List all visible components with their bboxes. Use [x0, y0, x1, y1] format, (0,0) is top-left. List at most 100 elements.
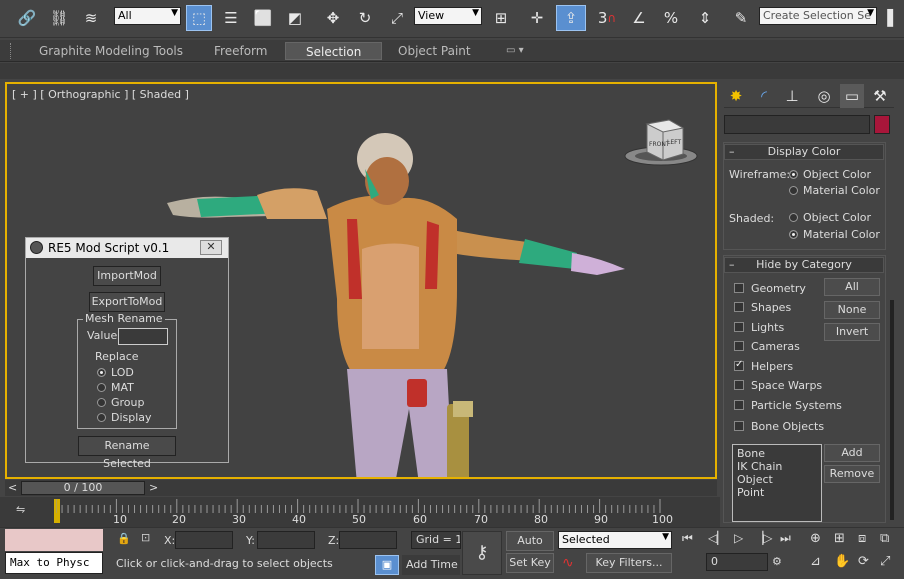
add-time-tag[interactable]: Add Time T	[402, 555, 460, 575]
snap-toggle-icon[interactable]: 3 ∩	[594, 5, 620, 31]
invert-button[interactable]: Invert	[824, 323, 880, 341]
lock-icon[interactable]: 🔒	[117, 532, 131, 545]
next-frame-icon[interactable]: >	[149, 481, 158, 494]
selection-lock-icon[interactable]: ▣	[375, 555, 399, 575]
previous-key-icon[interactable]: ◁▏	[708, 531, 726, 545]
select-by-name-icon[interactable]: ☰	[218, 5, 244, 31]
set-key-button[interactable]: Set Key	[506, 553, 554, 573]
list-item[interactable]: IK Chain Object	[737, 460, 817, 486]
modify-tab-icon[interactable]: ◜	[752, 84, 776, 108]
zoom-extents-icon[interactable]: ⧈	[858, 531, 866, 546]
move-icon[interactable]: ✥	[320, 5, 346, 31]
rectangular-selection-icon[interactable]: ⬜	[250, 5, 276, 31]
motion-tab-icon[interactable]: ◎	[812, 84, 836, 108]
wireframe-object-color-radio[interactable]: Object Color	[789, 168, 871, 181]
close-icon[interactable]: ✕	[200, 240, 222, 255]
pivot-center-icon[interactable]: ⊞	[488, 5, 514, 31]
go-to-start-icon[interactable]: ⏮	[682, 531, 693, 546]
tab-object-paint[interactable]: Object Paint	[398, 42, 471, 60]
spinner-snap-icon[interactable]: ⇕	[692, 5, 718, 31]
export-to-mod-button[interactable]: ExportToMod	[89, 292, 165, 312]
option-mat[interactable]: MAT	[97, 381, 134, 394]
unlink-icon[interactable]: ⛓	[46, 5, 72, 31]
category-list[interactable]: Bone IK Chain Object Point	[732, 444, 822, 522]
import-mod-button[interactable]: ImportMod	[93, 266, 161, 286]
mirror-icon[interactable]: ▌	[880, 5, 904, 31]
option-lod[interactable]: LOD	[97, 366, 134, 379]
wireframe-material-color-radio[interactable]: Material Color	[789, 184, 880, 197]
current-frame-field[interactable]: 0	[706, 553, 768, 571]
play-icon[interactable]: ▷	[734, 531, 743, 545]
add-button[interactable]: Add	[824, 444, 880, 462]
character-model[interactable]	[157, 129, 637, 479]
absolute-mode-icon[interactable]: ⊡	[141, 531, 150, 544]
next-key-icon[interactable]: ▕▷	[754, 531, 772, 545]
keyboard-shortcut-override-button[interactable]: ⇪	[556, 5, 586, 31]
pan-view-icon[interactable]: ✋	[834, 554, 850, 569]
key-mode-combo[interactable]: Selected ▼	[558, 531, 672, 549]
percent-snap-icon[interactable]: %	[658, 5, 684, 31]
checkbox-shapes[interactable]: Shapes	[734, 301, 791, 314]
edit-named-selections-icon[interactable]: ✎	[728, 5, 754, 31]
x-coordinate-field[interactable]	[175, 531, 233, 549]
reference-coordinate-combo[interactable]: View ▼	[414, 7, 482, 25]
maximize-viewport-icon[interactable]: ⤢	[880, 554, 890, 569]
link-icon[interactable]: 🔗	[14, 5, 40, 31]
selection-filter-combo[interactable]: All ▼	[114, 7, 181, 25]
all-button[interactable]: All	[824, 278, 880, 296]
option-group[interactable]: Group	[97, 396, 145, 409]
zoom-icon[interactable]: ⊕	[810, 531, 821, 546]
scrollbar[interactable]	[890, 300, 894, 520]
utilities-tab-icon[interactable]: ⚒	[868, 84, 892, 108]
z-coordinate-field[interactable]	[339, 531, 397, 549]
none-button[interactable]: None	[824, 301, 880, 319]
list-item[interactable]: Bone	[737, 447, 817, 460]
zoom-extents-all-icon[interactable]: ⧉	[880, 531, 889, 546]
previous-frame-icon[interactable]: <	[8, 481, 17, 494]
tab-graphite-modeling-tools[interactable]: Graphite Modeling Tools	[39, 42, 183, 60]
select-manipulate-icon[interactable]: ✛	[524, 5, 550, 31]
track-bar[interactable]: ⇋ 10 20 30 40 50 60 70 80 90 100	[0, 497, 720, 527]
go-to-end-icon[interactable]: ⏭	[780, 531, 791, 546]
select-object-button[interactable]: ⬚	[186, 5, 212, 31]
time-slider-thumb[interactable]: 0 / 100	[21, 481, 145, 495]
rename-selected-button[interactable]: Rename Selected	[78, 436, 176, 470]
shaded-object-color-radio[interactable]: Object Color	[789, 211, 871, 224]
ribbon-options-icon[interactable]: ▭ ▾	[506, 42, 524, 60]
rotate-icon[interactable]: ↻	[352, 5, 378, 31]
checkbox-helpers[interactable]: ✓ Helpers	[734, 359, 793, 373]
mini-curve-editor-icon[interactable]: ⇋	[16, 503, 25, 516]
hierarchy-tab-icon[interactable]: ⊥	[780, 84, 804, 108]
bind-space-warp-icon[interactable]: ≋	[78, 5, 104, 31]
display-color-header[interactable]: – Display Color	[724, 144, 884, 160]
shaded-material-color-radio[interactable]: Material Color	[789, 228, 880, 241]
option-display[interactable]: Display	[97, 411, 152, 424]
object-color-swatch[interactable]	[874, 115, 890, 134]
time-configuration-icon[interactable]: ⚙	[772, 555, 782, 568]
checkbox-geometry[interactable]: Geometry	[734, 282, 806, 295]
angle-snap-icon[interactable]: ∠	[626, 5, 652, 31]
remove-button[interactable]: Remove	[824, 465, 880, 483]
key-tangent-icon[interactable]: ∿	[562, 555, 574, 571]
orbit-icon[interactable]: ⟳	[858, 554, 869, 569]
script-window-titlebar[interactable]: RE5 Mod Script v0.1 ✕	[26, 238, 228, 258]
field-of-view-icon[interactable]: ⊿	[810, 554, 821, 569]
maxscript-listener-top[interactable]	[5, 529, 103, 551]
hide-by-category-header[interactable]: – Hide by Category	[724, 257, 884, 273]
checkbox-cameras[interactable]: Cameras	[734, 340, 800, 353]
checkbox-particle-systems[interactable]: Particle Systems	[734, 399, 842, 412]
tab-selection[interactable]: Selection	[285, 42, 383, 60]
value-input[interactable]	[118, 328, 168, 345]
zoom-all-icon[interactable]: ⊞	[834, 531, 845, 546]
maxscript-listener-input[interactable]: Max to Physc	[5, 552, 103, 574]
key-filters-button[interactable]: Key Filters...	[586, 553, 672, 573]
key-icon[interactable]: ⚷	[462, 531, 502, 575]
viewport-label[interactable]: [ + ] [ Orthographic ] [ Shaded ]	[12, 88, 189, 101]
object-name-field[interactable]	[724, 115, 870, 134]
window-crossing-icon[interactable]: ◩	[282, 5, 308, 31]
display-tab-icon[interactable]: ▭	[840, 84, 864, 108]
list-item[interactable]: Point	[737, 486, 817, 499]
scale-icon[interactable]: ⤢	[384, 5, 410, 31]
checkbox-lights[interactable]: Lights	[734, 321, 784, 334]
named-selection-set-combo[interactable]: Create Selection Se ▼	[759, 7, 877, 25]
